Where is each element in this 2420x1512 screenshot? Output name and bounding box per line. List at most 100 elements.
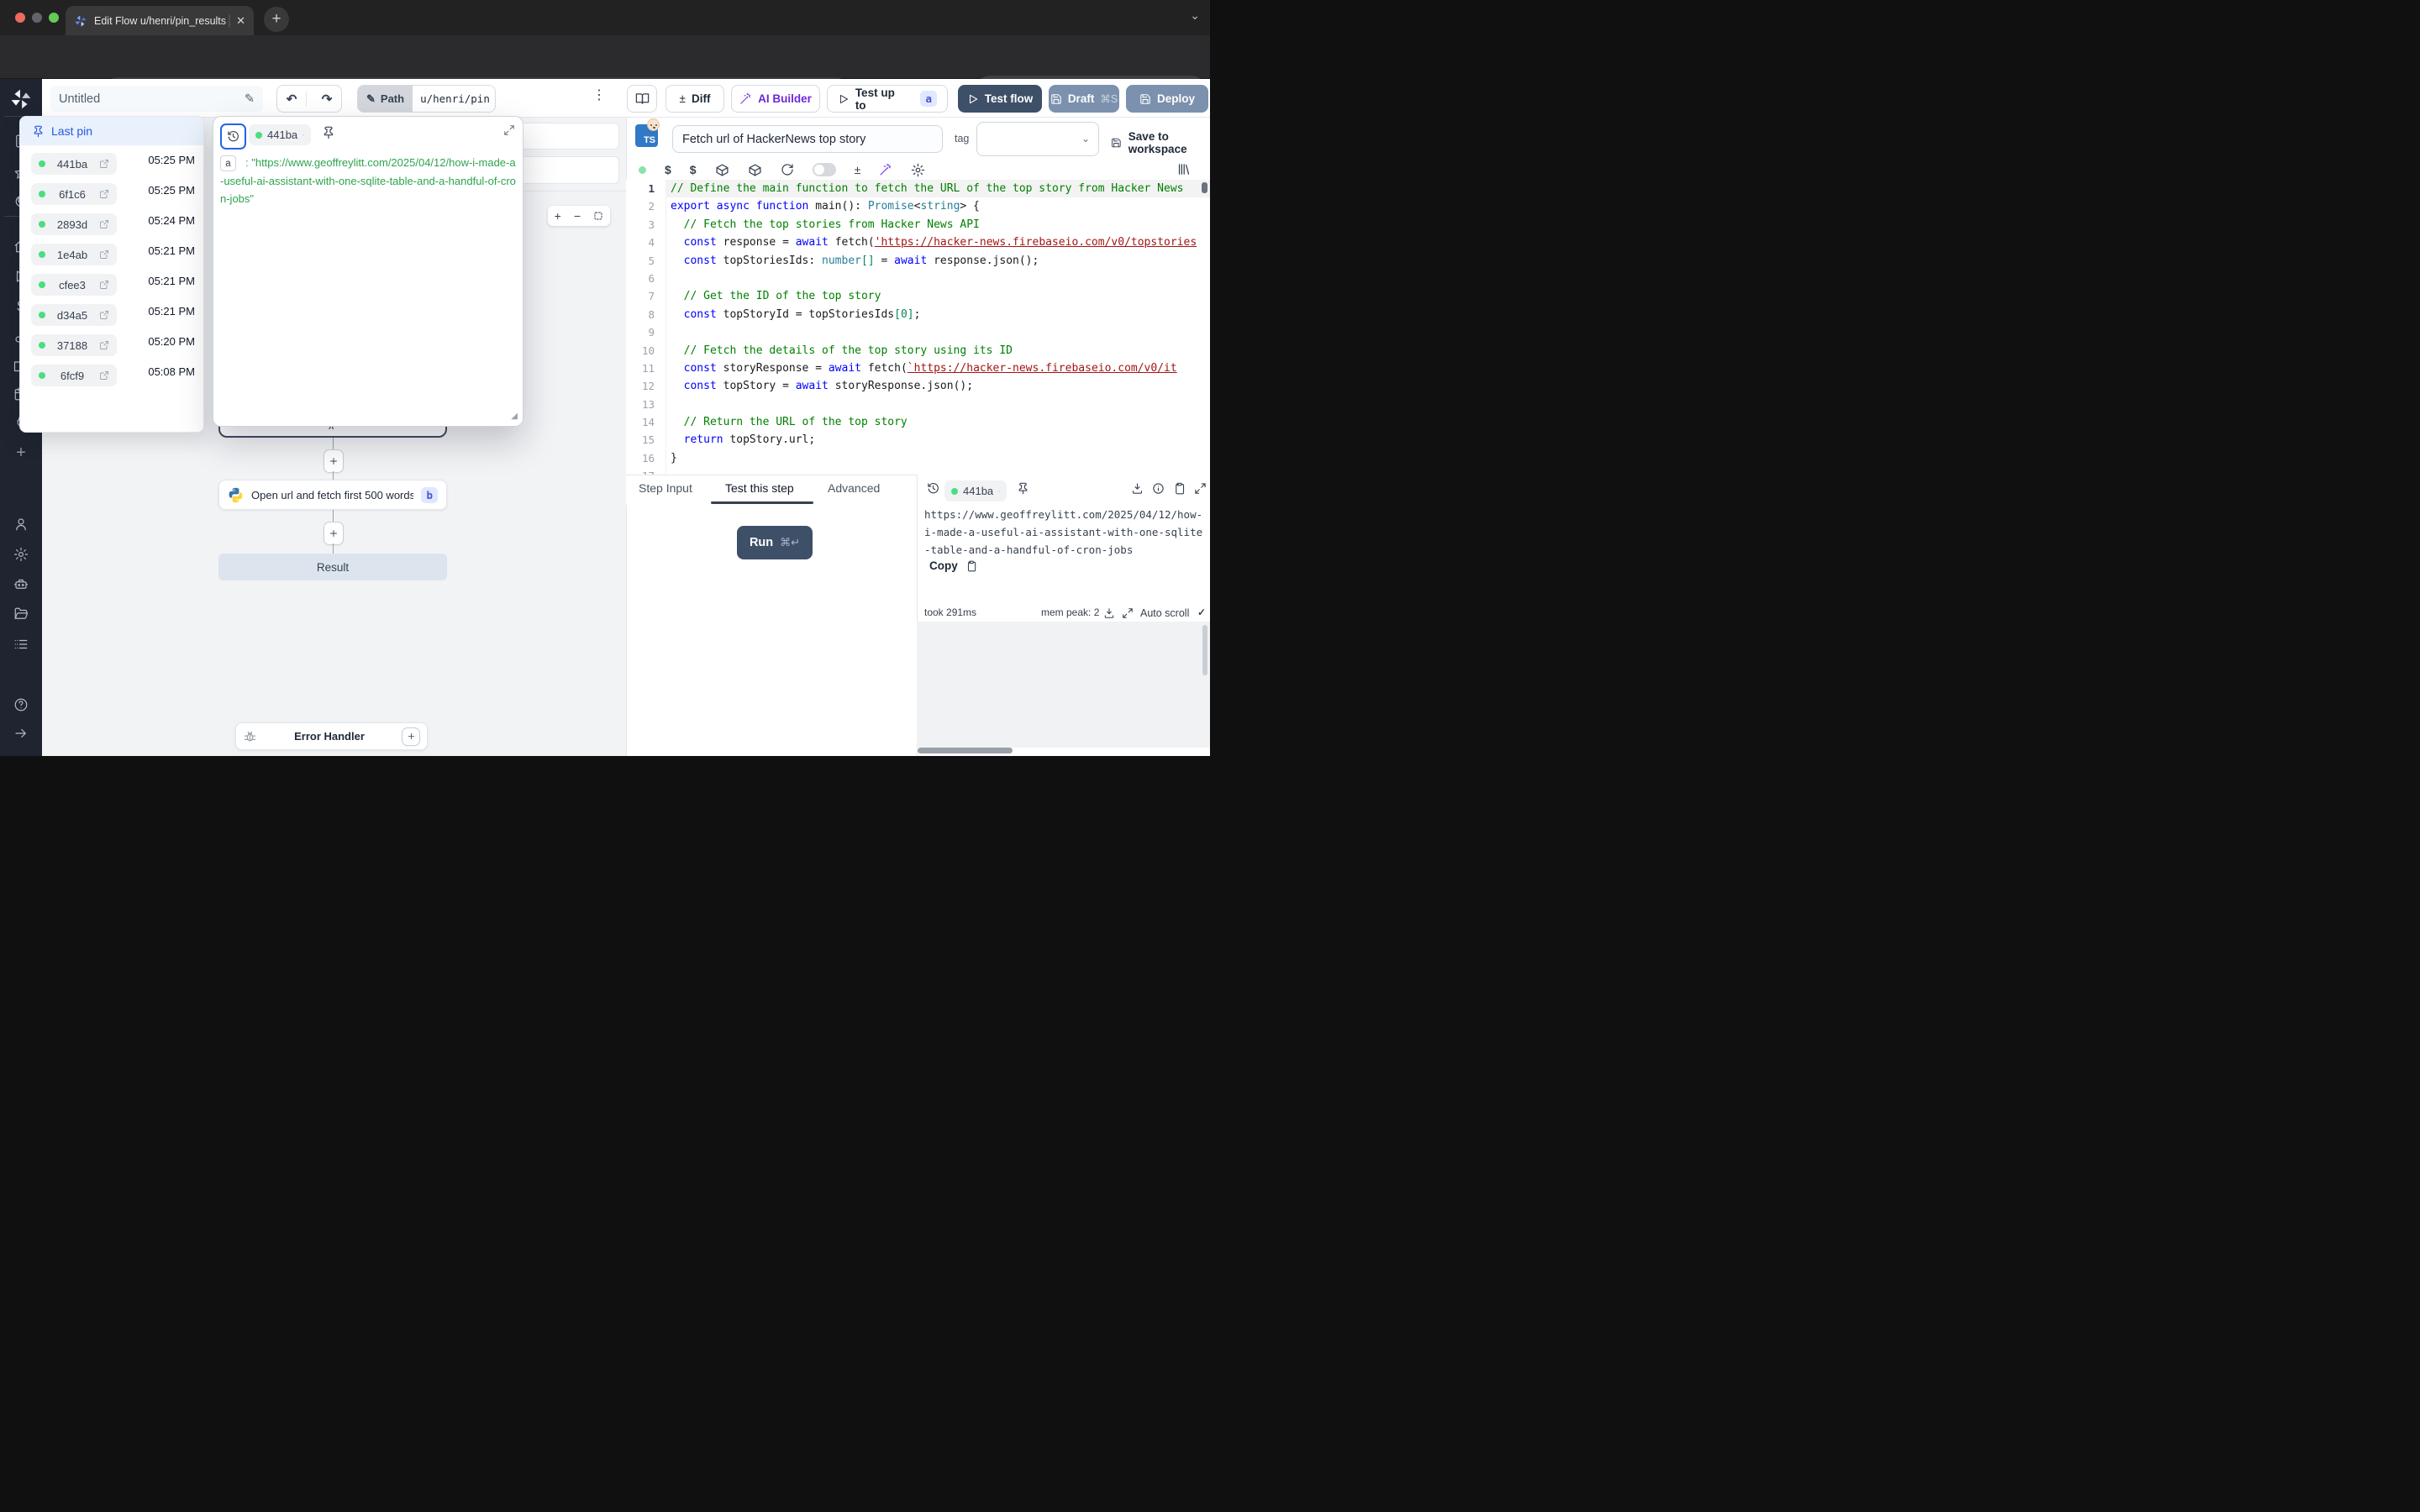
sidebar-item-workers[interactable]: [0, 571, 42, 596]
new-tab-button[interactable]: +: [264, 7, 289, 32]
tag-select[interactable]: ⌄: [976, 122, 1099, 156]
resize-handle[interactable]: ◢: [511, 412, 518, 421]
undo-button[interactable]: ↶: [277, 92, 307, 107]
expand-logs-icon[interactable]: [1122, 607, 1134, 619]
code-line[interactable]: 8 const topStoryId = topStoriesIds[0];: [626, 306, 1210, 323]
minimize-window-button[interactable]: [32, 13, 42, 23]
download-icon[interactable]: [1131, 482, 1144, 495]
sidebar-item-settings[interactable]: [0, 542, 42, 567]
external-link-icon[interactable]: [99, 189, 109, 199]
run-button[interactable]: Run⌘↵: [737, 526, 813, 559]
code-line[interactable]: 17: [626, 467, 1210, 475]
library-icon[interactable]: [1176, 162, 1191, 176]
tab-close-icon[interactable]: ✕: [236, 14, 245, 28]
save-to-workspace-button[interactable]: Save to workspace: [1111, 130, 1210, 155]
code-line[interactable]: 10 // Fetch the details of the top story…: [626, 342, 1210, 360]
job-id-pill[interactable]: cfee3: [31, 274, 117, 296]
zoom-in-button[interactable]: +: [555, 209, 561, 223]
diff-button[interactable]: ±Diff: [666, 85, 724, 113]
insert-step-button[interactable]: [324, 449, 344, 473]
code-line[interactable]: 16}: [626, 449, 1210, 467]
pin-row[interactable]: 1e4ab05:21 PM: [20, 239, 204, 270]
insert-step-button[interactable]: [324, 522, 344, 545]
edit-name-pencil-icon[interactable]: ✎: [245, 92, 255, 106]
external-link-icon[interactable]: [99, 310, 109, 320]
path-chip[interactable]: ✎Path u/henri/pin: [357, 85, 496, 113]
job-id-pill[interactable]: 441ba: [249, 124, 311, 145]
fit-view-icon[interactable]: [593, 211, 603, 221]
code-line[interactable]: 6: [626, 270, 1210, 287]
close-window-button[interactable]: [15, 13, 25, 23]
browser-tab[interactable]: Edit Flow u/henri/pin_results | ✕: [66, 6, 254, 35]
job-id-pill[interactable]: 2893d: [31, 213, 117, 235]
job-id-pill[interactable]: 6fcf9: [31, 365, 117, 386]
windmill-logo[interactable]: [10, 88, 32, 114]
tab-advanced[interactable]: Advanced: [828, 481, 880, 495]
expand-icon[interactable]: [503, 124, 515, 136]
external-link-icon[interactable]: [99, 249, 109, 260]
external-link-icon[interactable]: [998, 486, 1000, 496]
flow-top-node[interactable]: [511, 156, 619, 184]
sidebar-item-help[interactable]: [0, 692, 42, 717]
pin-row[interactable]: 3718805:20 PM: [20, 330, 204, 360]
pin-row[interactable]: 6f1c605:25 PM: [20, 179, 204, 209]
code-line[interactable]: 1// Define the main function to fetch th…: [626, 180, 1210, 197]
log-vertical-scrollbar[interactable]: [1202, 625, 1207, 675]
info-icon[interactable]: [1152, 482, 1165, 495]
draft-button[interactable]: Draft⌘S: [1049, 85, 1119, 113]
pin-toggle-icon[interactable]: [322, 126, 335, 139]
sidebar-item-folders[interactable]: [0, 601, 42, 627]
log-horizontal-scrollbar[interactable]: [918, 748, 1013, 753]
external-link-icon[interactable]: [99, 280, 109, 290]
history-button[interactable]: [220, 123, 246, 150]
code-line[interactable]: 2export async function main(): Promise<s…: [626, 197, 1210, 215]
plusminus-icon[interactable]: ±: [855, 163, 861, 176]
external-link-icon[interactable]: [302, 130, 304, 140]
flow-name-input[interactable]: Untitled ✎: [50, 86, 263, 112]
editor-scrollbar-thumb[interactable]: [1202, 182, 1207, 193]
code-line[interactable]: 9: [626, 323, 1210, 341]
redo-button[interactable]: ↷: [313, 92, 341, 107]
tab-step-input[interactable]: Step Input: [639, 481, 692, 495]
diff-mode-toggle[interactable]: [813, 163, 836, 176]
external-link-icon[interactable]: [99, 340, 109, 350]
job-id-pill[interactable]: d34a5: [31, 304, 117, 326]
job-id-pill[interactable]: 441ba: [944, 480, 1007, 501]
deploy-button[interactable]: Deploy: [1126, 85, 1208, 113]
pin-row[interactable]: cfee305:21 PM: [20, 270, 204, 300]
error-handler-node[interactable]: Error Handler: [235, 722, 428, 750]
pin-toggle-icon[interactable]: [1017, 482, 1029, 495]
pin-row[interactable]: d34a505:21 PM: [20, 300, 204, 330]
pin-row[interactable]: 6fcf905:08 PM: [20, 360, 204, 391]
code-line[interactable]: 14 // Return the URL of the top story: [626, 413, 1210, 431]
history-icon[interactable]: [927, 482, 939, 495]
job-id-pill[interactable]: 1e4ab: [31, 244, 117, 265]
log-output[interactable]: [917, 622, 1210, 748]
pin-row[interactable]: 441ba05:25 PM: [20, 149, 204, 179]
flow-step-node[interactable]: Open url and fetch first 500 words of ..…: [218, 480, 447, 510]
sidebar-item-audit-logs[interactable]: [0, 632, 42, 657]
job-id-pill[interactable]: 441ba: [31, 153, 117, 175]
external-link-icon[interactable]: [99, 159, 109, 169]
window-chevron-icon[interactable]: ⌄: [1190, 8, 1200, 23]
code-line[interactable]: 11 const storyResponse = await fetch(`ht…: [626, 360, 1210, 377]
job-id-pill[interactable]: 6f1c6: [31, 183, 117, 205]
ai-builder-button[interactable]: AI Builder: [731, 85, 820, 113]
job-id-pill[interactable]: 37188: [31, 334, 117, 356]
code-line[interactable]: 3 // Fetch the top stories from Hacker N…: [626, 216, 1210, 234]
download-logs-icon[interactable]: [1103, 607, 1115, 619]
code-line[interactable]: 13: [626, 396, 1210, 413]
code-line[interactable]: 7 // Get the ID of the top story: [626, 287, 1210, 305]
code-line[interactable]: 12 const topStory = await storyResponse.…: [626, 377, 1210, 395]
external-link-icon[interactable]: [99, 370, 109, 381]
docs-book-button[interactable]: [627, 85, 657, 113]
clipboard-icon[interactable]: [1173, 482, 1186, 495]
package-icon[interactable]: [748, 163, 762, 177]
code-line[interactable]: 15 return topStory.url;: [626, 431, 1210, 449]
add-error-handler-button[interactable]: [402, 727, 420, 746]
variables-icon[interactable]: $: [665, 163, 671, 176]
sidebar-item-add[interactable]: +: [0, 440, 42, 465]
test-up-to-button[interactable]: Test up to a: [827, 85, 948, 113]
test-flow-button[interactable]: Test flow: [958, 85, 1042, 113]
maximize-window-button[interactable]: [49, 13, 59, 23]
